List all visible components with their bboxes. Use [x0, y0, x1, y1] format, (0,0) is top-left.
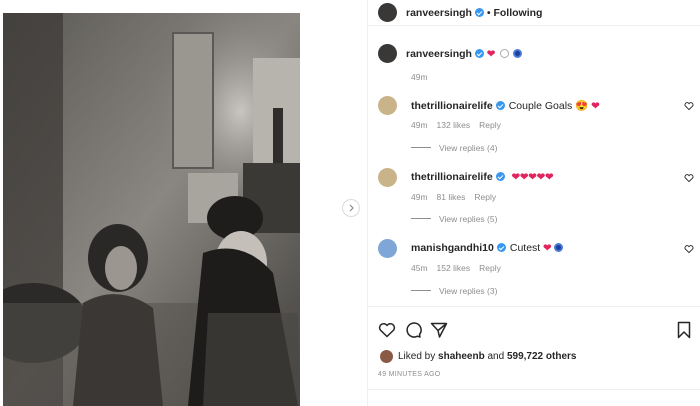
comment-avatar[interactable]	[378, 239, 397, 258]
heart-icon[interactable]	[378, 321, 396, 339]
liked-by-mid: and	[487, 351, 505, 362]
liked-by-avatar[interactable]	[380, 350, 393, 363]
header-username[interactable]: ranveersingh	[406, 7, 472, 19]
post-header: ranveersingh • Following	[368, 0, 700, 26]
evil-eye-icon	[554, 243, 564, 252]
comment-heart-emoji: ❤❤❤❤❤	[511, 172, 554, 183]
comment-likes[interactable]: 132 likes	[437, 120, 471, 130]
replies-line	[411, 147, 431, 148]
comment-text: Couple Goals 😍	[508, 100, 589, 112]
following-button[interactable]: Following	[493, 7, 542, 19]
view-replies-button[interactable]: View replies (4)	[411, 143, 497, 153]
view-replies-button[interactable]: View replies (5)	[411, 214, 497, 224]
verified-icon	[495, 101, 505, 110]
verified-icon	[474, 8, 484, 17]
comment-meta: 49m 81 likes Reply	[411, 192, 505, 202]
view-replies-label: View replies (5)	[439, 214, 498, 224]
comment-heart-emoji: ❤	[543, 243, 552, 254]
view-replies-label: View replies (4)	[439, 143, 498, 153]
verified-icon	[474, 49, 484, 58]
view-replies-label: View replies (3)	[439, 286, 498, 296]
comment-icon[interactable]	[404, 321, 422, 339]
comment-meta: 45m 152 likes Reply	[411, 263, 510, 273]
comments-panel: ranveersingh • Following ranveersingh ❤ 49…	[368, 0, 700, 406]
chevron-right-icon	[349, 204, 354, 212]
caption-avatar[interactable]	[378, 44, 397, 63]
view-replies-button[interactable]: View replies (3)	[411, 286, 497, 296]
post-photo[interactable]	[3, 13, 300, 406]
comment-avatar[interactable]	[378, 96, 397, 115]
comment-avatar[interactable]	[378, 168, 397, 187]
comment-username[interactable]: thetrillionairelife	[411, 171, 493, 183]
comment-time: 49m	[411, 192, 428, 202]
bookmark-icon[interactable]	[675, 321, 693, 339]
reply-button[interactable]: Reply	[474, 192, 496, 202]
action-bar-divider	[368, 306, 700, 307]
replies-line	[411, 290, 431, 291]
comment-heart-emoji: ❤	[591, 101, 600, 112]
comment-username[interactable]: manishgandhi10	[411, 242, 494, 254]
caption-username[interactable]: ranveersingh	[406, 48, 472, 60]
comment-input-divider	[368, 389, 700, 390]
eye-icon	[500, 49, 510, 58]
caption-heart-emoji: ❤	[486, 49, 496, 60]
share-icon[interactable]	[430, 321, 448, 339]
liked-by-user[interactable]: shaheenb	[438, 351, 485, 362]
evil-eye-icon	[513, 49, 523, 58]
comment-time: 49m	[411, 120, 428, 130]
comment-row: thetrillionairelife Couple Goals 😍 ❤	[411, 99, 600, 112]
reply-button[interactable]: Reply	[479, 263, 501, 273]
comment-like-heart-icon[interactable]	[684, 101, 694, 111]
liked-by-prefix: Liked by	[398, 351, 436, 362]
comment-username[interactable]: thetrillionairelife	[411, 100, 493, 112]
comment-like-heart-icon[interactable]	[684, 244, 694, 254]
comment-text: Cutest	[509, 242, 541, 254]
liked-by-others[interactable]: 599,722 others	[507, 351, 577, 362]
comment-like-heart-icon[interactable]	[684, 173, 694, 183]
next-photo-button[interactable]	[342, 199, 360, 217]
photo-pane	[0, 0, 367, 406]
instagram-post-view: ranveersingh • Following ranveersingh ❤ 49…	[0, 0, 700, 406]
caption-row: ranveersingh ❤	[406, 48, 523, 60]
comment-row: thetrillionairelife ❤❤❤❤❤	[411, 171, 554, 183]
likes-summary[interactable]: Liked by shaheenb and 599,722 others	[398, 351, 576, 362]
reply-button[interactable]: Reply	[479, 120, 501, 130]
comment-likes[interactable]: 81 likes	[437, 192, 466, 202]
verified-icon	[495, 172, 505, 181]
avatar[interactable]	[378, 3, 397, 22]
comment-meta: 49m 132 likes Reply	[411, 120, 510, 130]
comment-row: manishgandhi10 Cutest ❤	[411, 242, 564, 254]
verified-icon	[496, 243, 506, 252]
header-username-row: ranveersingh • Following	[406, 7, 542, 19]
post-timestamp: 49 MINUTES AGO	[378, 371, 441, 378]
caption-time: 49m	[411, 72, 428, 82]
replies-line	[411, 218, 431, 219]
comment-likes[interactable]: 152 likes	[437, 263, 471, 273]
separator-dot: •	[486, 8, 491, 19]
comment-time: 45m	[411, 263, 428, 273]
